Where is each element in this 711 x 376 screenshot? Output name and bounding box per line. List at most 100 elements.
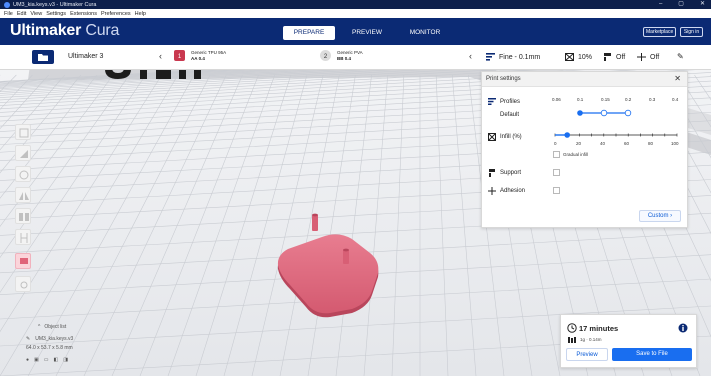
infill-summary[interactable]: 10% — [565, 53, 592, 61]
print-estimate-panel: 17 minutes 1g · 0.14m Preview Save to Fi… — [560, 314, 697, 368]
window-controls: – ▢ ✕ — [659, 0, 705, 9]
view-right-icon[interactable]: ◨ — [63, 357, 68, 363]
svg-text:2: 2 — [324, 54, 328, 60]
marketplace-button[interactable]: Marketplace — [643, 27, 676, 37]
menu-edit[interactable]: Edit — [17, 11, 26, 17]
cura-app-icon — [4, 1, 10, 8]
per-model-settings-button[interactable] — [15, 208, 31, 224]
infill-tick-label: 80 — [648, 141, 654, 146]
adhesion-value: Off — [650, 53, 660, 61]
chevron-right-icon: › — [670, 213, 673, 219]
extruder-1-core: AA 0.4 — [191, 56, 205, 61]
tab-monitor[interactable]: MONITOR — [399, 26, 451, 40]
adhesion-summary[interactable]: Off — [637, 53, 659, 61]
extruder-icon — [20, 258, 28, 264]
svg-text:1: 1 — [178, 54, 182, 60]
clock-icon — [567, 323, 577, 333]
minimize-button[interactable]: – — [659, 0, 662, 9]
profile-tick-label: 0.3 — [649, 97, 656, 102]
extruder-tool-button[interactable] — [15, 253, 31, 269]
infill-icon — [565, 53, 574, 61]
infill-percent-icon — [488, 133, 496, 141]
profile-value: Default — [500, 112, 520, 118]
profiles-row: Profiles — [488, 98, 520, 105]
menu-help[interactable]: Help — [135, 11, 146, 17]
object-list-toggle[interactable]: ^ Object list — [38, 324, 73, 330]
preview-button[interactable]: Preview — [566, 348, 608, 361]
menu-settings[interactable]: Settings — [46, 11, 66, 17]
settings-pencil-icon[interactable]: ✎ — [677, 52, 684, 61]
scale-tool-button[interactable] — [15, 145, 31, 161]
menu-file[interactable]: File — [4, 11, 13, 17]
printer-selector-label[interactable]: Ultimaker 3 — [68, 53, 103, 60]
menu-view[interactable]: View — [30, 11, 42, 17]
print-time: 17 minutes — [579, 324, 619, 333]
info-icon[interactable] — [678, 323, 688, 333]
print-settings-title: Print settings — [486, 76, 521, 82]
extruder-1-material[interactable]: Generic TPU 95A AA 0.4 — [191, 50, 226, 62]
brand-secondary: Cura — [85, 22, 120, 39]
view-left-icon[interactable]: ◧ — [54, 357, 59, 363]
infill-label: Infill (%) — [500, 134, 522, 140]
maximize-button[interactable]: ▢ — [678, 0, 684, 9]
mirror-tool-button[interactable] — [15, 187, 31, 203]
material-collapse-chevron-icon[interactable]: ‹ — [469, 51, 472, 61]
custom-settings-button[interactable]: Custom › — [639, 210, 681, 222]
print-settings-header: Print settings ✕ — [482, 72, 687, 87]
view-top-icon[interactable]: ▭ — [44, 357, 49, 363]
extruder-2-core: BB 0.4 — [337, 56, 352, 61]
save-to-file-button[interactable]: Save to File — [612, 348, 692, 361]
tab-prepare[interactable]: PREPARE — [283, 26, 335, 40]
infill-tick-label: 0 — [554, 141, 557, 146]
infill-tick-label: 100 — [671, 141, 679, 146]
sign-in-button[interactable]: Sign in — [680, 27, 703, 37]
extruder-1-icon[interactable]: 1 — [174, 50, 185, 61]
infill-tick-label: 40 — [600, 141, 606, 146]
support-label: Support — [500, 170, 522, 176]
view-3d-icon[interactable]: ● — [26, 357, 29, 363]
scale-icon — [20, 150, 28, 158]
support-checkbox[interactable] — [553, 169, 560, 176]
support-icon — [604, 53, 611, 61]
stage-tabs: PREPARE PREVIEW MONITOR — [283, 26, 457, 40]
tab-preview[interactable]: PREVIEW — [341, 26, 393, 40]
view-front-icon[interactable]: ▣ — [34, 357, 39, 363]
printer-collapse-chevron-icon[interactable]: ‹ — [159, 51, 162, 61]
close-panel-button[interactable]: ✕ — [674, 74, 681, 83]
open-file-button[interactable] — [32, 50, 54, 64]
infill-slider-handle[interactable] — [564, 132, 570, 138]
menu-bar: File Edit View Settings Extensions Prefe… — [0, 9, 711, 18]
profile-tick-label: 0.4 — [672, 97, 679, 102]
rotate-tool-button[interactable] — [15, 166, 31, 182]
material-spool-icon — [568, 337, 576, 343]
close-window-button[interactable]: ✕ — [700, 0, 705, 9]
brand-primary: Ultimaker — [10, 22, 82, 39]
printer-toolbar: Ultimaker 3 ‹ 1 Generic TPU 95A AA 0.4 2… — [0, 45, 711, 70]
adhesion-label: Adhesion — [500, 188, 526, 194]
support-blocker-button[interactable] — [15, 229, 31, 245]
app-header: Ultimaker Cura PREPARE PREVIEW MONITOR M… — [0, 18, 711, 45]
support-summary[interactable]: Off — [603, 53, 625, 61]
brand-logo: Ultimaker Cura — [10, 22, 119, 40]
extruder-2-material[interactable]: Generic PVA BB 0.4 — [337, 50, 363, 62]
move-tool-button[interactable] — [15, 124, 31, 140]
profile-tick-label: 0.2 — [625, 97, 632, 102]
adhesion-checkbox[interactable] — [553, 187, 560, 194]
menu-extensions[interactable]: Extensions — [70, 11, 97, 17]
object-list-item[interactable]: ✎ UM3_kia.keys.v3 — [26, 336, 73, 342]
infill-slider[interactable] — [552, 130, 682, 140]
extruder-2-icon[interactable]: 2 — [320, 50, 331, 61]
profile-slider-handle[interactable] — [577, 110, 583, 116]
adhesion-setting-icon — [488, 187, 496, 195]
extruder-2-icon — [20, 281, 28, 289]
profile-slider[interactable] — [548, 108, 684, 118]
quality-summary[interactable]: Fine - 0.1mm — [486, 53, 540, 61]
object-dimensions: 64.0 x 53.7 x 5.8 mm — [26, 345, 73, 351]
adhesion-icon — [637, 53, 646, 61]
support-blocker-icon — [20, 233, 28, 243]
profile-tick-label: 0.06 — [552, 97, 561, 102]
gradual-infill-checkbox[interactable] — [553, 151, 560, 158]
menu-preferences[interactable]: Preferences — [101, 11, 131, 17]
extruder-2-tool-button[interactable] — [15, 276, 31, 292]
profiles-label: Profiles — [500, 98, 521, 105]
